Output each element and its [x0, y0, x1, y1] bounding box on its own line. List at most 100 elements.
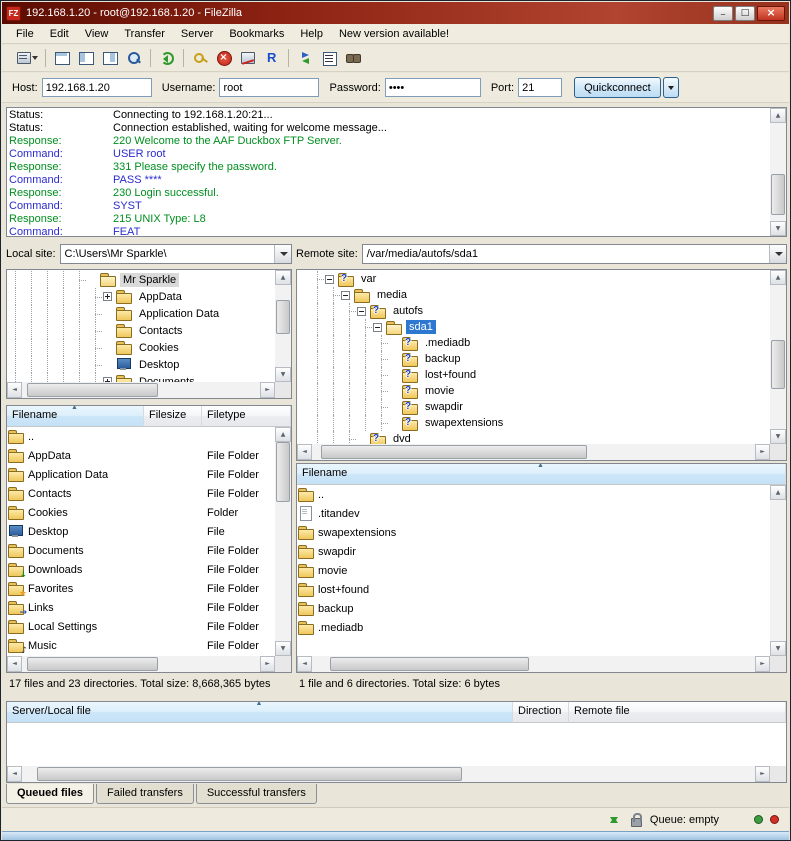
file-row-backup[interactable]: backup: [297, 599, 770, 618]
remote-tree-vscrollbar[interactable]: [770, 270, 786, 444]
process-queue-button[interactable]: [188, 47, 212, 69]
menu-item-bookmarks[interactable]: Bookmarks: [221, 26, 292, 42]
file-row-application-data[interactable]: Application DataFile Folder: [7, 465, 275, 484]
file-row-appdata[interactable]: AppDataFile Folder: [7, 446, 275, 465]
queue-column-header-remote-file[interactable]: Remote file: [569, 702, 786, 723]
username-input[interactable]: [219, 78, 319, 97]
file-row-item[interactable]: ..: [297, 485, 770, 504]
scroll-left-icon[interactable]: [297, 444, 312, 460]
file-row-item[interactable]: ..: [7, 427, 275, 446]
scrollbar-thumb[interactable]: [37, 767, 462, 781]
scrollbar-thumb[interactable]: [27, 383, 158, 397]
tab-successful-transfers[interactable]: Successful transfers: [196, 784, 317, 804]
scroll-left-icon[interactable]: [7, 656, 22, 672]
host-input[interactable]: [42, 78, 152, 97]
scroll-up-icon[interactable]: [770, 108, 786, 123]
site-manager-dropdown-icon[interactable]: [32, 56, 38, 60]
log-scrollbar[interactable]: [770, 108, 786, 236]
menu-item-edit[interactable]: Edit: [42, 26, 77, 42]
file-row-links[interactable]: →LinksFile Folder: [7, 598, 275, 617]
tree-item-var[interactable]: ?var: [309, 271, 770, 287]
local-tree-vscrollbar[interactable]: [275, 270, 291, 382]
scroll-up-icon[interactable]: [770, 270, 786, 285]
file-row-documents[interactable]: DocumentsFile Folder: [7, 541, 275, 560]
local-column-header-filetype[interactable]: Filetype: [202, 406, 291, 427]
file-row-swapextensions[interactable]: swapextensions: [297, 523, 770, 542]
file-row-lost-found[interactable]: lost+found: [297, 580, 770, 599]
tree-item-backup[interactable]: ?backup: [309, 351, 770, 367]
expand-icon[interactable]: [103, 292, 112, 301]
local-list-vscrollbar[interactable]: [275, 427, 291, 656]
tree-item-documents[interactable]: Documents: [7, 373, 275, 382]
tree-item-autofs[interactable]: ?autofs: [309, 303, 770, 319]
scroll-left-icon[interactable]: [7, 766, 22, 782]
file-row-cookies[interactable]: CookiesFolder: [7, 503, 275, 522]
tree-item-mediadb[interactable]: ?.mediadb: [309, 335, 770, 351]
scroll-down-icon[interactable]: [770, 429, 786, 444]
tree-item-application-data[interactable]: Application Data: [7, 305, 275, 322]
menu-item-transfer[interactable]: Transfer: [116, 26, 173, 42]
sync-browse-button[interactable]: [317, 47, 341, 69]
toggle-remote-tree-button[interactable]: [98, 47, 122, 69]
minimize-button[interactable]: [713, 6, 733, 21]
tree-item-appdata[interactable]: AppData: [7, 288, 275, 305]
remote-site-combo[interactable]: /var/media/autofs/sda1: [362, 244, 787, 264]
scroll-right-icon[interactable]: [755, 656, 770, 672]
local-tree-hscrollbar[interactable]: [7, 382, 275, 398]
scroll-right-icon[interactable]: [755, 444, 770, 460]
queue-column-header-direction[interactable]: Direction: [513, 702, 569, 723]
scrollbar-thumb[interactable]: [276, 300, 290, 334]
file-row-local-settings[interactable]: Local SettingsFile Folder: [7, 617, 275, 636]
local-column-header-filesize[interactable]: Filesize: [144, 406, 202, 427]
collapse-icon[interactable]: [373, 323, 382, 332]
file-row-movie[interactable]: movie: [297, 561, 770, 580]
menu-item-file[interactable]: File: [8, 26, 42, 42]
maximize-button[interactable]: [735, 6, 755, 21]
scroll-down-icon[interactable]: [770, 221, 786, 236]
file-row-swapdir[interactable]: swapdir: [297, 542, 770, 561]
local-site-combo-arrow-icon[interactable]: [274, 245, 291, 263]
scroll-down-icon[interactable]: [275, 367, 291, 382]
collapse-icon[interactable]: [341, 291, 350, 300]
remote-list-vscrollbar[interactable]: [770, 485, 786, 656]
find-button[interactable]: [341, 47, 365, 69]
scrollbar-thumb[interactable]: [771, 340, 785, 389]
file-row-titandev[interactable]: .titandev: [297, 504, 770, 523]
menu-item-new-version-available[interactable]: New version available!: [331, 26, 457, 42]
speed-limits-icon[interactable]: [606, 812, 622, 828]
close-button[interactable]: [757, 6, 785, 21]
file-row-favorites[interactable]: ★FavoritesFile Folder: [7, 579, 275, 598]
scrollbar-thumb[interactable]: [771, 174, 785, 215]
local-site-combo[interactable]: C:\Users\Mr Sparkle\: [60, 244, 292, 264]
scroll-down-icon[interactable]: [770, 641, 786, 656]
file-row-downloads[interactable]: ↓DownloadsFile Folder: [7, 560, 275, 579]
tree-item-lost-found[interactable]: ?lost+found: [309, 367, 770, 383]
site-manager-button[interactable]: [7, 47, 41, 69]
scroll-left-icon[interactable]: [297, 656, 312, 672]
menu-item-view[interactable]: View: [77, 26, 117, 42]
tree-item-contacts[interactable]: Contacts: [7, 322, 275, 339]
queue-column-header-server-local-file[interactable]: Server/Local file: [7, 702, 513, 723]
scrollbar-thumb[interactable]: [276, 442, 290, 502]
remote-tree-hscrollbar[interactable]: [297, 444, 770, 460]
compare-button[interactable]: [293, 47, 317, 69]
quickconnect-button[interactable]: Quickconnect: [574, 77, 661, 98]
tree-item-media[interactable]: media: [309, 287, 770, 303]
scroll-down-icon[interactable]: [275, 641, 291, 656]
scrollbar-thumb[interactable]: [330, 657, 529, 671]
file-row-contacts[interactable]: ContactsFile Folder: [7, 484, 275, 503]
scroll-right-icon[interactable]: [755, 766, 770, 782]
queue-hscrollbar[interactable]: [7, 766, 770, 782]
tree-item-sda1[interactable]: sda1: [309, 319, 770, 335]
scroll-up-icon[interactable]: [275, 427, 291, 442]
scroll-up-icon[interactable]: [770, 485, 786, 500]
refresh-button[interactable]: [155, 47, 179, 69]
toggle-queue-button[interactable]: [122, 47, 146, 69]
scroll-right-icon[interactable]: [260, 382, 275, 398]
tree-item-swapextensions[interactable]: ?swapextensions: [309, 415, 770, 431]
tab-queued-files[interactable]: Queued files: [6, 784, 94, 804]
scrollbar-thumb[interactable]: [27, 657, 158, 671]
tree-item-cookies[interactable]: Cookies: [7, 339, 275, 356]
local-column-header-filename[interactable]: Filename: [7, 406, 144, 427]
scroll-left-icon[interactable]: [7, 382, 22, 398]
